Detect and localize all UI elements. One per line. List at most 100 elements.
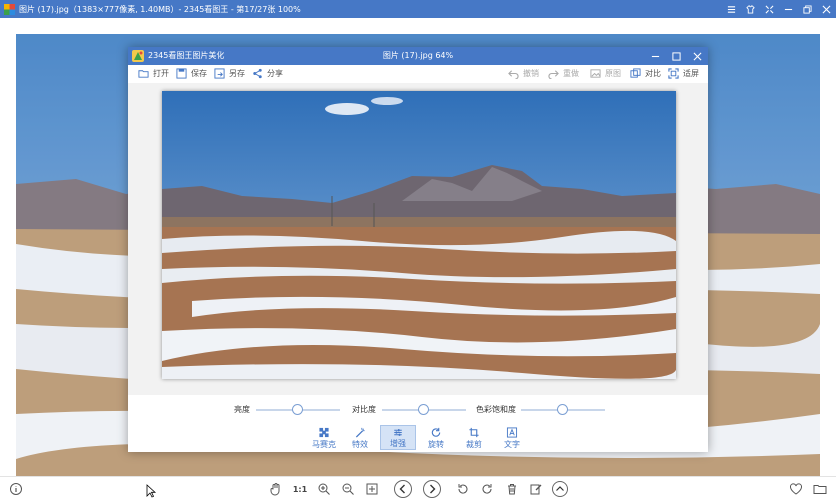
previous-image-button[interactable] [394,480,412,498]
tool-enhance-label: 增强 [390,439,406,448]
restore-button[interactable] [798,0,817,18]
save-as-icon [214,68,225,79]
more-button[interactable] [552,481,568,497]
tool-effects-label: 特效 [352,440,368,449]
rotate-icon [431,427,441,437]
folder-icon [138,70,149,78]
redo-label: 重做 [563,69,579,78]
rotate-right-button[interactable] [479,481,495,497]
chevron-right-icon [430,484,436,494]
actual-size-button[interactable]: 1:1 [292,481,308,497]
saturation-slider-thumb[interactable] [557,404,568,415]
save-as-label: 另存 [229,69,245,78]
info-button[interactable] [8,481,24,497]
dialog-close-button[interactable] [687,47,708,65]
beautify-dialog: 图片 (17).jpg 64% 2345看图王图片美化 打开 保存 另存 分享 … [128,47,708,452]
menu-button[interactable] [722,0,741,18]
save-icon [176,68,187,79]
tool-mosaic[interactable]: 马赛克 [306,425,342,450]
hand-icon [270,483,280,496]
delete-button[interactable] [504,481,520,497]
menu-icon [727,5,736,13]
dialog-minimize-button[interactable] [645,47,666,65]
adjustment-sliders: 亮度 对比度 色彩饱和度 [128,401,708,421]
zoom-in-icon [318,483,330,495]
tool-effects[interactable]: 特效 [342,425,378,450]
skin-button[interactable] [741,0,760,18]
edit-button[interactable] [528,481,544,497]
text-icon [506,427,518,438]
save-button[interactable]: 保存 [176,68,207,79]
original-button[interactable]: 原图 [590,68,621,79]
undo-button[interactable]: 撤销 [508,68,539,79]
dialog-app-name: 2345看图王图片美化 [148,51,225,60]
minimize-icon [784,8,793,10]
close-button[interactable] [817,0,836,18]
compare-icon [630,68,641,78]
close-icon [693,52,702,60]
fit-screen-button[interactable]: 适屏 [668,68,699,79]
hand-tool-button[interactable] [268,481,284,497]
compare-label: 对比 [645,69,661,78]
fullscreen-button[interactable] [760,0,779,18]
zoom-in-button[interactable] [316,481,332,497]
tool-rotate[interactable]: 旋转 [418,425,454,450]
chevron-left-icon [399,484,405,494]
actual-size-label: 1:1 [292,484,308,494]
tool-text-label: 文字 [504,440,520,449]
minimize-icon [651,55,660,57]
dialog-maximize-button[interactable] [666,47,687,65]
maximize-icon [672,51,681,61]
folder-icon [813,485,827,494]
open-button[interactable]: 打开 [138,68,169,79]
open-label: 打开 [153,69,169,78]
rotate-right-icon [482,484,492,494]
window-title: 图片 (17).jpg（1383×777像素, 1.40MB）- 2345看图王… [19,4,301,14]
tool-text[interactable]: 文字 [494,425,530,450]
share-label: 分享 [267,69,283,78]
fit-window-button[interactable] [364,481,380,497]
brightness-slider-thumb[interactable] [292,404,303,415]
contrast-slider-thumb[interactable] [418,404,429,415]
open-folder-button[interactable] [812,481,828,497]
minimize-button[interactable] [779,0,798,18]
trash-icon [508,484,516,495]
contrast-label: 对比度 [352,405,376,414]
tool-mosaic-label: 马赛克 [312,440,336,449]
edited-photo [162,91,676,379]
favorite-button[interactable] [788,481,804,497]
mouse-cursor [144,483,160,499]
crop-icon [469,427,479,438]
tool-enhance[interactable]: 增强 [380,425,416,450]
adjust-icon [394,429,402,436]
window-titlebar: 图片 (17).jpg（1383×777像素, 1.40MB）- 2345看图王… [0,0,836,18]
tool-crop[interactable]: 裁剪 [456,425,492,450]
brightness-label: 亮度 [234,405,250,414]
redo-button[interactable]: 重做 [548,68,579,79]
editing-canvas [128,83,708,395]
rotate-left-button[interactable] [455,481,471,497]
dialog-toolbar: 打开 保存 另存 分享 撤销 重做 原图 对比 适屏 [128,65,708,83]
close-icon [822,5,831,13]
expand-icon [765,5,774,13]
share-icon [253,68,262,79]
edit-icon [530,484,542,495]
tool-crop-label: 裁剪 [466,440,482,449]
next-image-button[interactable] [423,480,441,498]
redo-icon [548,70,559,79]
info-icon [10,483,22,495]
save-as-button[interactable]: 另存 [214,68,245,79]
image-icon [590,69,601,78]
bottom-toolbar: 1:1 [0,476,836,500]
fit-window-icon [366,483,378,495]
cursor-icon [146,484,157,498]
save-label: 保存 [191,69,207,78]
shirt-icon [746,4,755,14]
original-label: 原图 [605,69,621,78]
compare-button[interactable]: 对比 [630,68,661,79]
tool-rotate-label: 旋转 [428,440,444,449]
mosaic-icon [319,427,329,438]
zoom-out-button[interactable] [340,481,356,497]
fit-screen-label: 适屏 [683,69,699,78]
share-button[interactable]: 分享 [252,68,283,79]
